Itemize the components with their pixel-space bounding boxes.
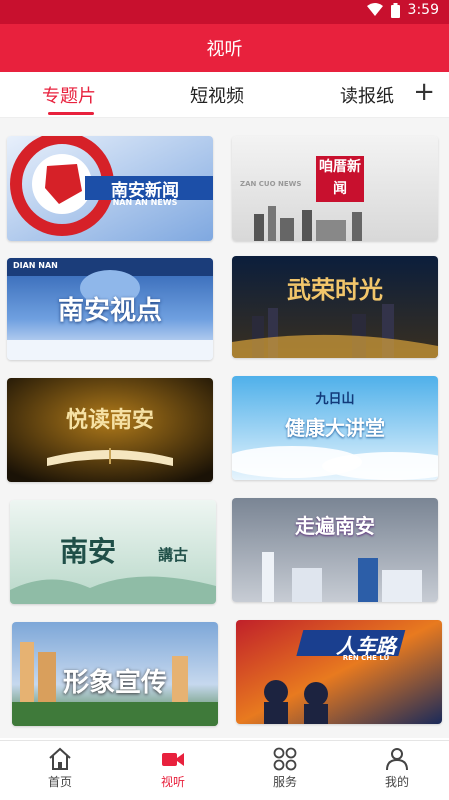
status-bar: 3:59 bbox=[0, 0, 449, 24]
status-time: 3:59 bbox=[407, 2, 439, 18]
card-subtitle: DIAN NAN bbox=[13, 261, 58, 270]
tab-feature-films[interactable]: 专题片 bbox=[42, 82, 96, 108]
card-title: 南安 bbox=[59, 535, 116, 568]
card-title: 咱厝新闻 bbox=[319, 159, 361, 197]
grid-circles-icon bbox=[273, 747, 297, 771]
program-card-health-lecture[interactable]: 九日山 健康大讲堂 bbox=[232, 376, 438, 480]
card-title: 走遍南安 bbox=[295, 514, 375, 538]
wifi-icon bbox=[366, 3, 383, 16]
status-icons: 3:59 bbox=[366, 2, 439, 18]
card-title: 健康大讲堂 bbox=[285, 416, 385, 440]
tab-newspaper[interactable]: 读报纸 bbox=[340, 82, 394, 108]
program-grid: 南安新闻 NAN AN NEWS 咱厝新闻 ZAN CUO NEWS DIAN … bbox=[0, 118, 449, 738]
bottom-nav: 首页 视听 服务 我的 bbox=[0, 740, 449, 800]
card-title: 悦读南安 bbox=[65, 408, 154, 433]
program-card-reading-nanan[interactable]: 悦读南安 bbox=[7, 378, 213, 482]
nav-services[interactable]: 服务 bbox=[245, 747, 325, 790]
card-subtitle: 講古 bbox=[157, 546, 188, 564]
card-subtitle: ZAN CUO NEWS bbox=[240, 180, 302, 188]
nav-label: 视听 bbox=[160, 775, 185, 789]
program-card-wurong-time[interactable]: 武荣时光 bbox=[232, 256, 438, 358]
nav-home[interactable]: 首页 bbox=[20, 747, 100, 790]
card-title: 武荣时光 bbox=[287, 276, 383, 304]
program-card-nanan-viewpoint[interactable]: DIAN NAN 南安视点 bbox=[7, 258, 213, 360]
page-title: 视听 bbox=[0, 24, 449, 72]
program-card-nanan-storytelling[interactable]: 南安 講古 bbox=[10, 500, 216, 604]
user-icon bbox=[386, 748, 408, 771]
nav-profile[interactable]: 我的 bbox=[357, 747, 437, 790]
nav-video[interactable]: 视听 bbox=[133, 747, 213, 790]
nav-label: 首页 bbox=[47, 775, 72, 789]
program-card-nanan-news[interactable]: 南安新闻 NAN AN NEWS bbox=[7, 136, 213, 241]
nav-label: 服务 bbox=[272, 775, 297, 789]
card-subtitle: REN CHE LU bbox=[342, 654, 390, 662]
home-icon bbox=[49, 747, 71, 770]
tab-bar: 专题片 短视频 读报纸 + bbox=[0, 72, 449, 118]
program-card-image-promo[interactable]: 形象宣传 bbox=[12, 622, 218, 726]
card-subtitle: 九日山 bbox=[315, 392, 355, 407]
program-card-zancuo-news[interactable]: 咱厝新闻 ZAN CUO NEWS bbox=[232, 136, 438, 241]
add-tab-icon[interactable]: + bbox=[413, 78, 435, 106]
battery-icon bbox=[390, 2, 400, 18]
active-tab-indicator bbox=[48, 112, 94, 115]
nav-label: 我的 bbox=[384, 775, 409, 789]
program-card-tour-nanan[interactable]: 走遍南安 bbox=[232, 498, 438, 602]
card-title: 南安视点 bbox=[57, 296, 162, 326]
video-camera-icon bbox=[162, 753, 184, 766]
tab-short-videos[interactable]: 短视频 bbox=[190, 82, 244, 108]
card-subtitle: NAN AN NEWS bbox=[112, 198, 178, 207]
program-card-people-car-road[interactable]: 人车路 REN CHE LU bbox=[236, 620, 442, 724]
card-title: 形象宣传 bbox=[62, 668, 167, 698]
